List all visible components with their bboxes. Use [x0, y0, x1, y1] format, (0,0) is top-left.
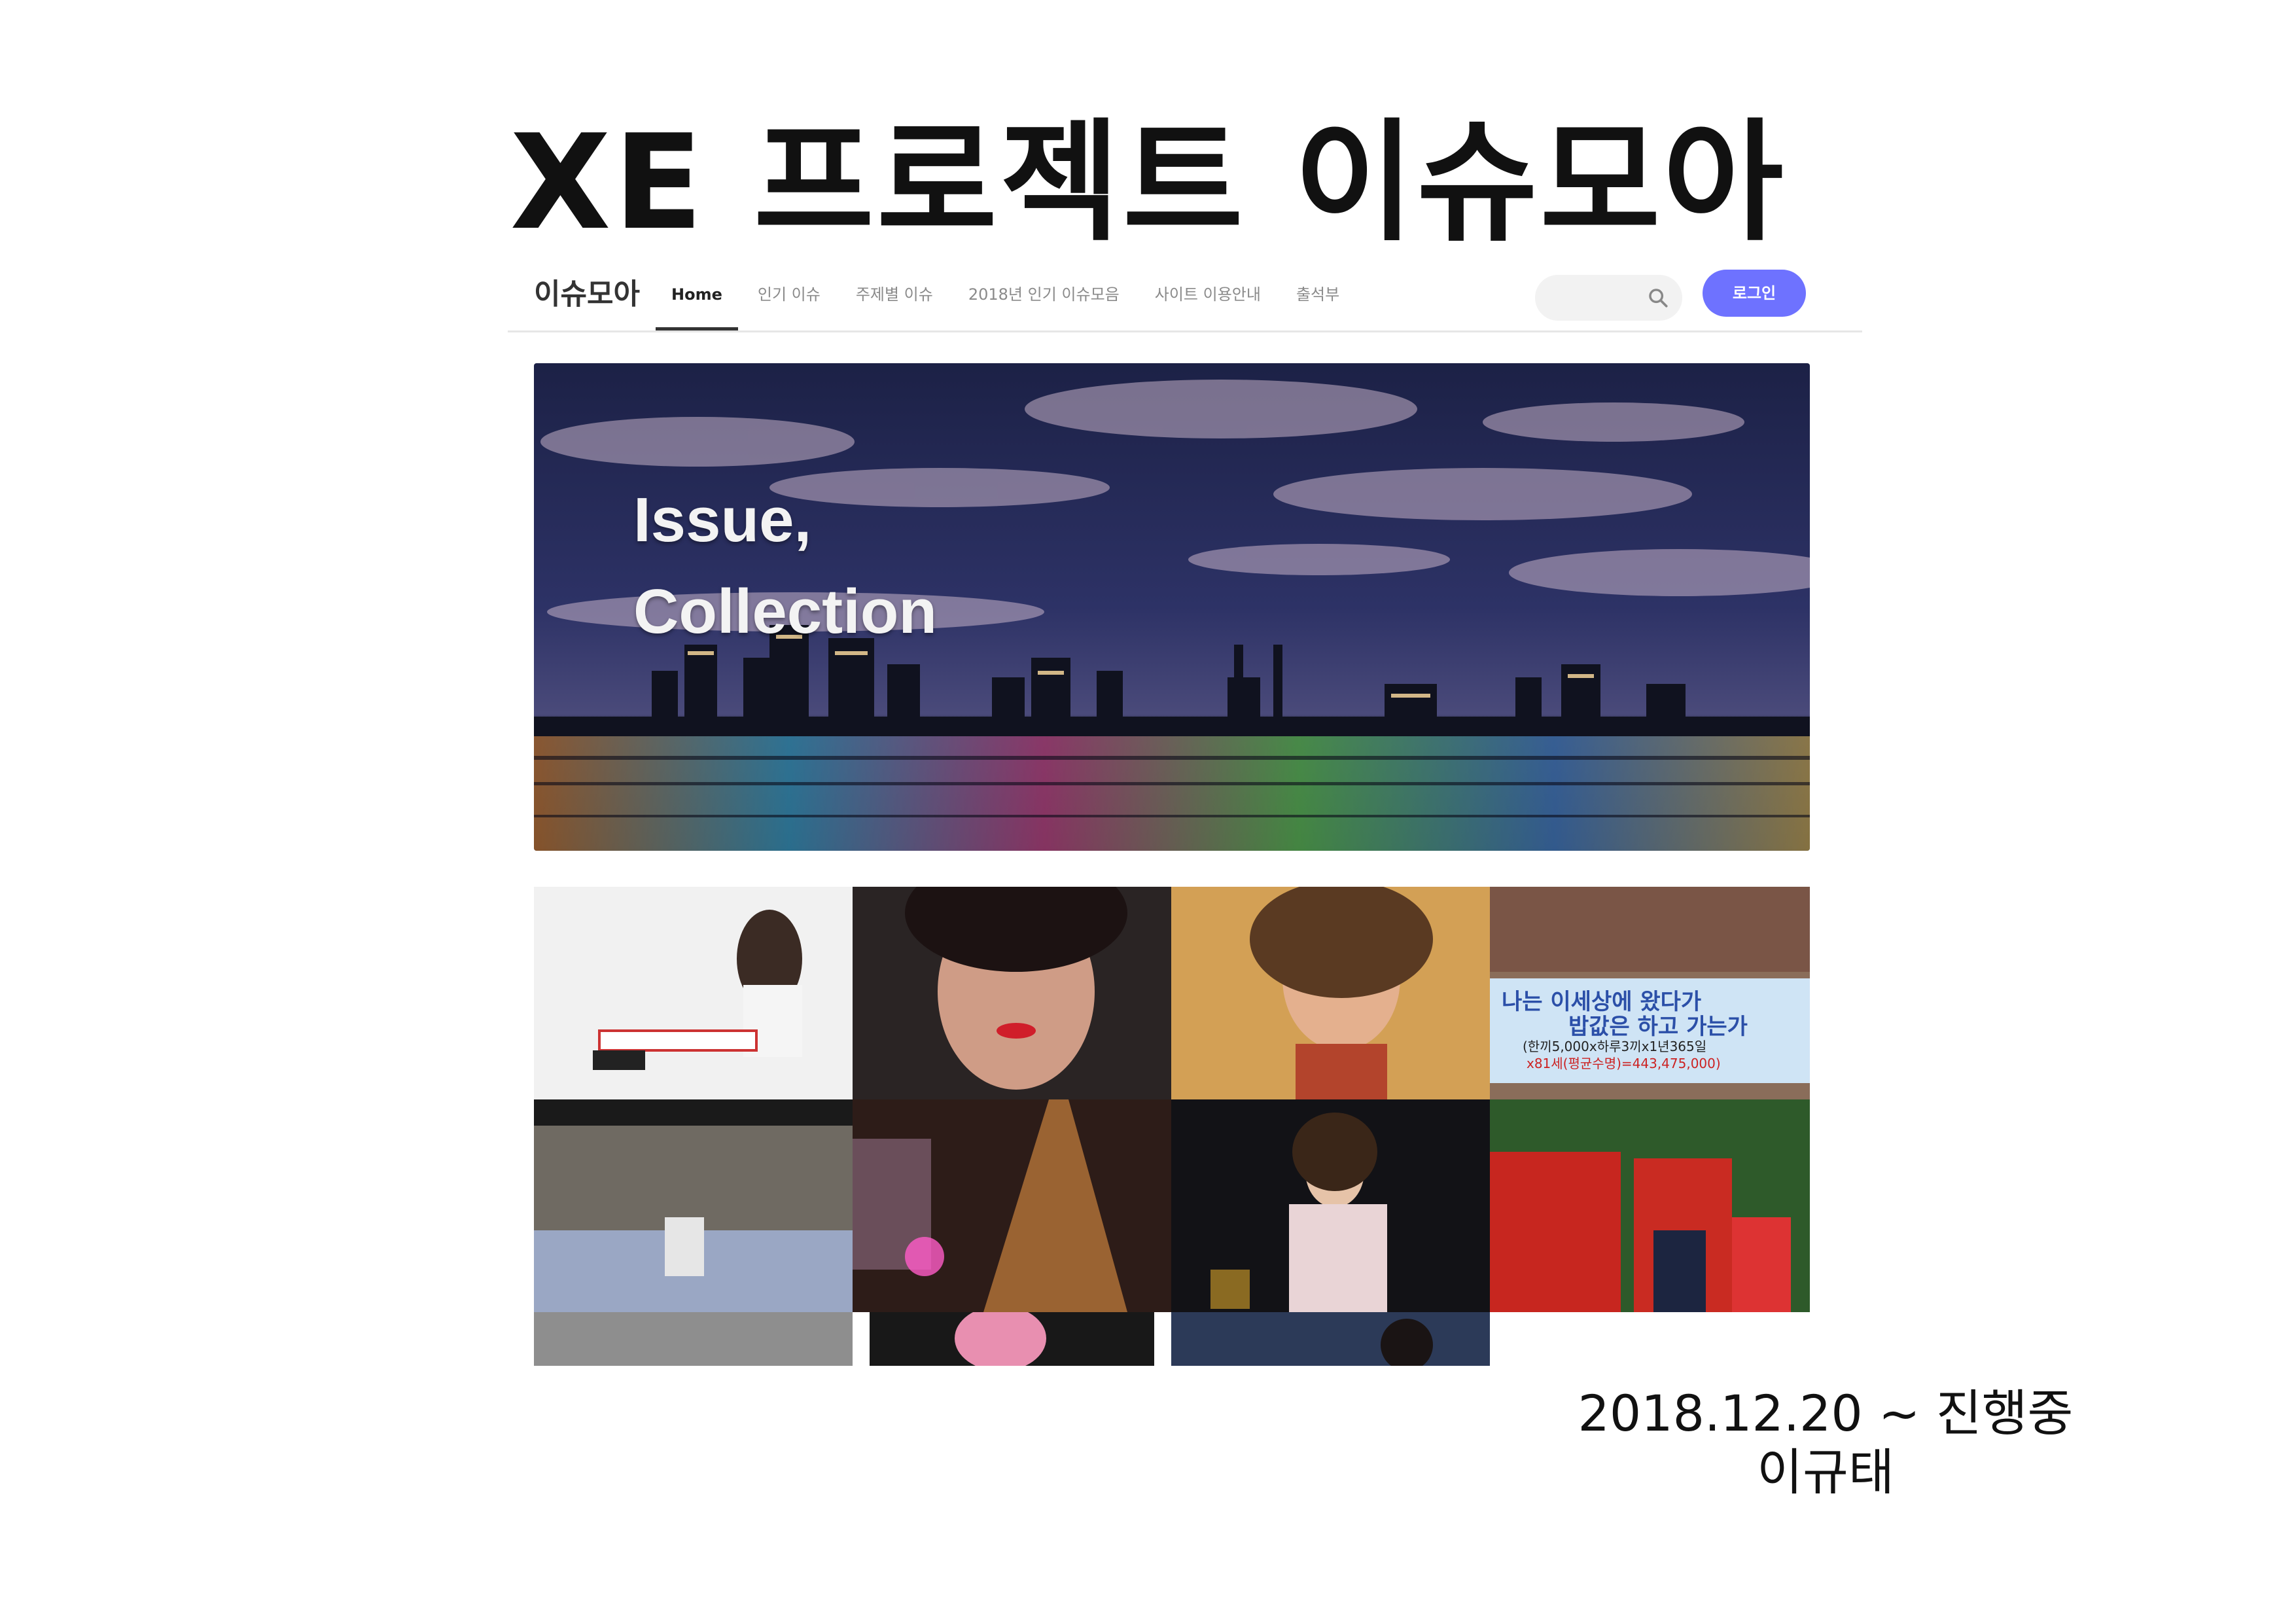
menu-item-guide[interactable]: 사이트 이용안내 — [1155, 259, 1261, 330]
hero-banner: Issue, Collection — [534, 363, 1810, 851]
thumbnail-card[interactable] — [534, 1312, 853, 1366]
site-logo[interactable]: 이슈모아 — [534, 272, 640, 317]
login-button[interactable]: 로그인 — [1703, 270, 1806, 317]
slide-title: XE 프로젝트 이슈모아 — [510, 107, 1786, 259]
menu-item-home[interactable]: Home — [656, 259, 738, 330]
thumbnail-card[interactable] — [1171, 1099, 1490, 1312]
search-input[interactable] — [1535, 275, 1682, 321]
menu-item-2018-collection[interactable]: 2018년 인기 이슈모음 — [968, 259, 1120, 330]
author-name: 이규태 — [1757, 1443, 1894, 1501]
thumbnail-card[interactable] — [534, 887, 853, 1099]
menu-item-popular[interactable]: 인기 이슈 — [758, 259, 821, 330]
project-date: 2018.12.20 ~ 진행중 — [1578, 1384, 2074, 1442]
thumbnail-card[interactable] — [853, 887, 1171, 1099]
banner-text-line3: (한끼5,000x하루3끼x1년365일 — [1523, 1039, 1707, 1054]
search-icon[interactable] — [1647, 287, 1669, 309]
hero-heading-line1: Issue, — [633, 485, 812, 555]
thumbnail-card[interactable] — [1171, 887, 1490, 1099]
banner-text-line4: x81세(평균수명)=443,475,000) — [1527, 1056, 1721, 1071]
thumbnail-card[interactable] — [853, 1099, 1171, 1312]
hero-heading-line2: Collection — [633, 577, 938, 647]
main-menu: Home 인기 이슈 주제별 이슈 2018년 인기 이슈모음 사이트 이용안내… — [656, 259, 1375, 330]
menu-item-topics[interactable]: 주제별 이슈 — [856, 259, 933, 330]
thumbnail-card[interactable] — [534, 1099, 853, 1312]
thumbnail-card[interactable] — [1171, 1312, 1490, 1366]
thumbnail-card[interactable] — [1490, 1099, 1810, 1312]
thumbnail-card[interactable] — [870, 1312, 1154, 1366]
website-screenshot: 이슈모아 Home 인기 이슈 주제별 이슈 2018년 인기 이슈모음 사이트… — [508, 259, 1862, 1371]
thumbnail-card[interactable]: 나는 이세상에 왔다가 밥값은 하고 가는가 (한끼5,000x하루3끼x1년3… — [1490, 887, 1810, 1099]
top-navigation: 이슈모아 Home 인기 이슈 주제별 이슈 2018년 인기 이슈모음 사이트… — [508, 259, 1862, 332]
menu-item-attendance[interactable]: 출석부 — [1296, 259, 1339, 330]
